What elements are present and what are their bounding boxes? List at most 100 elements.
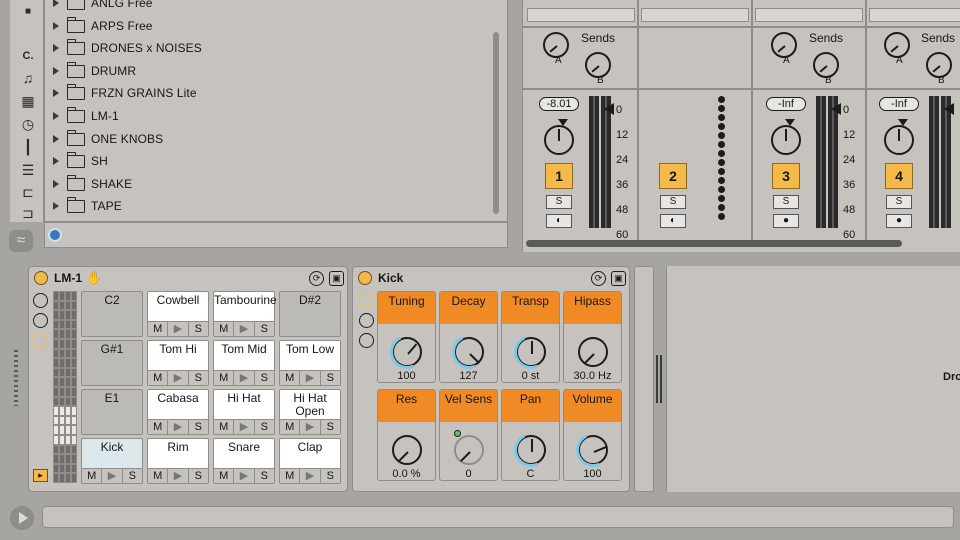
plug-icon[interactable]: ⊐ <box>19 205 37 221</box>
pad-mute-button[interactable]: M <box>280 468 300 483</box>
pad-play-icon[interactable]: ▶ <box>167 321 188 336</box>
drum-pad[interactable]: Tom Low M ▶ S <box>279 340 341 386</box>
pad-solo-button[interactable]: S <box>253 370 274 385</box>
pad-solo-button[interactable]: S <box>319 468 340 483</box>
macro-knob[interactable] <box>578 337 608 367</box>
drum-pad[interactable]: G#1 <box>81 340 143 386</box>
pad-play-icon[interactable]: ▶ <box>299 419 320 434</box>
monitor-button[interactable]: ◐ <box>546 214 572 228</box>
sends-toggle-icon[interactable] <box>33 333 48 348</box>
plugin-icon[interactable]: ⊏ <box>19 184 37 200</box>
play-icon[interactable] <box>10 506 34 530</box>
folder-row[interactable]: DRONES x NOISES <box>53 37 202 59</box>
pad-play-icon[interactable]: ▶ <box>167 468 188 483</box>
save-preset-icon[interactable]: ▣ <box>611 271 626 286</box>
volume-readout[interactable]: -Inf <box>766 97 806 111</box>
pad-play-icon[interactable]: ▶ <box>299 370 320 385</box>
expand-arrow-icon[interactable] <box>53 67 59 75</box>
list-view-icon[interactable] <box>33 313 48 328</box>
pad-play-icon[interactable]: ▶ <box>233 370 254 385</box>
expand-arrow-icon[interactable] <box>53 202 59 210</box>
expand-arrow-icon[interactable] <box>53 112 59 120</box>
track-activator[interactable]: 4 <box>885 163 913 189</box>
browser-scrollbar[interactable] <box>493 32 499 214</box>
pad-overview-grid[interactable] <box>53 291 77 483</box>
expand-arrow-icon[interactable] <box>53 89 59 97</box>
folder-row[interactable]: DRUMR <box>53 60 136 82</box>
hot-swap-icon[interactable]: ⟳ <box>309 271 324 286</box>
folder-row[interactable]: ANLG Free <box>53 0 153 14</box>
pad-mute-button[interactable]: M <box>280 370 300 385</box>
hot-swap-icon[interactable]: ⟳ <box>591 271 606 286</box>
minus-icon[interactable] <box>359 333 374 348</box>
groove-pool-icon[interactable]: ≈ <box>9 230 33 252</box>
volume-readout[interactable]: -Inf <box>879 97 919 111</box>
list-icon[interactable]: ☰ <box>19 162 37 178</box>
expand-arrow-icon[interactable] <box>53 22 59 30</box>
resize-grip[interactable] <box>14 350 18 406</box>
folder-row[interactable]: SHAKE <box>53 173 132 195</box>
pad-mute-button[interactable]: M <box>214 419 234 434</box>
drum-pad[interactable]: Kick M ▶ S <box>81 438 143 484</box>
solo-button[interactable]: S <box>546 195 572 209</box>
mixer-scrollbar[interactable] <box>526 240 902 247</box>
drum-pad[interactable]: Tom Mid M ▶ S <box>213 340 275 386</box>
io-slot[interactable] <box>869 8 960 22</box>
io-slot[interactable] <box>527 8 635 22</box>
macro-knob[interactable] <box>392 435 422 465</box>
drum-pad[interactable]: Snare M ▶ S <box>213 438 275 484</box>
monitor-button[interactable]: ● <box>773 214 799 228</box>
macro-mapping-icon[interactable] <box>359 293 374 308</box>
device-power-button[interactable] <box>34 271 48 285</box>
chain-icon[interactable] <box>33 293 48 308</box>
macro-knob[interactable] <box>454 435 484 465</box>
pad-solo-button[interactable]: S <box>319 370 340 385</box>
volume-fader-handle[interactable] <box>604 103 614 115</box>
pad-solo-button[interactable]: S <box>319 419 340 434</box>
pad-solo-button[interactable]: S <box>253 321 274 336</box>
pad-play-icon[interactable]: ▶ <box>233 321 254 336</box>
pad-mute-button[interactable]: M <box>148 468 168 483</box>
pad-mute-button[interactable]: M <box>148 419 168 434</box>
solo-button[interactable]: S <box>886 195 912 209</box>
pad-solo-button[interactable]: S <box>187 468 208 483</box>
pad-play-icon[interactable]: ▶ <box>299 468 320 483</box>
pad-play-icon[interactable]: ▶ <box>233 419 254 434</box>
pad-solo-button[interactable]: S <box>187 419 208 434</box>
solo-button[interactable]: S <box>660 195 686 209</box>
track-activator[interactable]: 1 <box>545 163 573 189</box>
pad-solo-button[interactable]: S <box>253 468 274 483</box>
expand-arrow-icon[interactable] <box>53 135 59 143</box>
pan-knob[interactable] <box>771 119 801 155</box>
monitor-button[interactable]: ◐ <box>660 214 686 228</box>
pad-mute-button[interactable]: M <box>214 321 234 336</box>
device-power-button[interactable] <box>358 271 372 285</box>
music-note-icon[interactable]: ♫ <box>19 70 37 86</box>
drum-pad[interactable]: Clap M ▶ S <box>279 438 341 484</box>
drum-pad[interactable]: E1 <box>81 389 143 435</box>
pad-solo-button[interactable]: S <box>187 370 208 385</box>
folder-row[interactable]: LM-1 <box>53 105 119 127</box>
pad-play-icon[interactable]: ▶ <box>101 468 122 483</box>
folder-row[interactable]: ONE KNOBS <box>53 128 163 150</box>
drum-pad[interactable]: Rim M ▶ S <box>147 438 209 484</box>
pad-solo-button[interactable]: S <box>187 321 208 336</box>
pad-play-icon[interactable]: ▶ <box>233 468 254 483</box>
pad-mute-button[interactable]: M <box>214 370 234 385</box>
drum-pad[interactable]: Hi Hat Open M ▶ S <box>279 389 341 435</box>
pan-knob[interactable] <box>884 119 914 155</box>
input-toggle-icon[interactable]: ▸ <box>33 469 48 482</box>
pan-knob[interactable] <box>544 119 574 155</box>
pad-mute-button[interactable]: M <box>82 468 102 483</box>
pad-solo-button[interactable]: S <box>253 419 274 434</box>
drum-pad[interactable]: Tambourine M ▶ S <box>213 291 277 337</box>
folder-row[interactable]: TAPE <box>53 195 122 217</box>
folder-row[interactable]: SH <box>53 150 108 172</box>
track-activator[interactable]: 2 <box>659 163 687 189</box>
expand-arrow-icon[interactable] <box>53 44 59 52</box>
collection-label[interactable]: C. <box>19 48 37 64</box>
pad-mute-button[interactable]: M <box>148 321 168 336</box>
drum-pad[interactable]: Tom Hi M ▶ S <box>147 340 209 386</box>
pad-play-icon[interactable]: ▶ <box>167 370 188 385</box>
drum-pad[interactable]: Cabasa M ▶ S <box>147 389 209 435</box>
